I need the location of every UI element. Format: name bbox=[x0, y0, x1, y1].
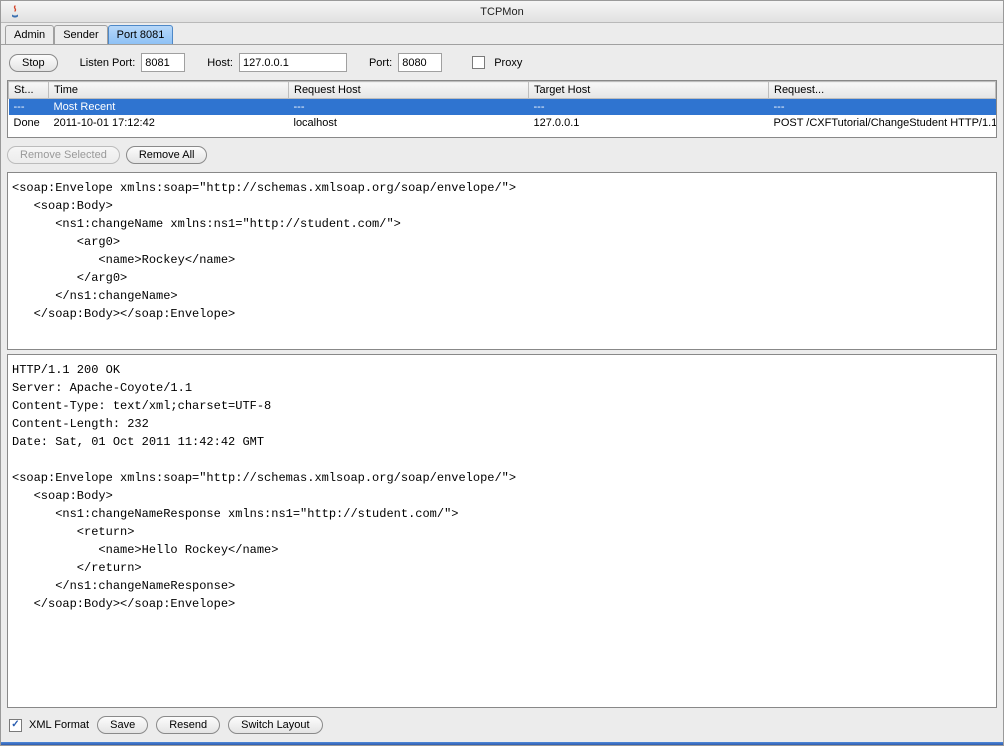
java-icon bbox=[7, 4, 23, 20]
remove-all-button[interactable]: Remove All bbox=[126, 146, 208, 164]
col-request[interactable]: Request... bbox=[769, 82, 996, 99]
table-header-row: St... Time Request Host Target Host Requ… bbox=[9, 82, 996, 99]
tab-bar: Admin Sender Port 8081 bbox=[1, 23, 1003, 44]
proxy-checkbox[interactable] bbox=[472, 56, 485, 69]
port-label: Port: bbox=[369, 57, 392, 69]
resend-button[interactable]: Resend bbox=[156, 716, 220, 734]
response-textarea[interactable]: HTTP/1.1 200 OK Server: Apache-Coyote/1.… bbox=[7, 354, 997, 708]
col-target-host[interactable]: Target Host bbox=[529, 82, 769, 99]
col-time[interactable]: Time bbox=[49, 82, 289, 99]
host-input[interactable] bbox=[239, 53, 347, 72]
tab-content: Stop Listen Port: Host: Port: Proxy bbox=[1, 44, 1003, 742]
window-title: TCPMon bbox=[1, 6, 1003, 18]
xml-format-label: XML Format bbox=[29, 719, 89, 731]
request-textarea[interactable]: <soap:Envelope xmlns:soap="http://schema… bbox=[7, 172, 997, 350]
cell-request-host: --- bbox=[289, 99, 529, 116]
cell-request: POST /CXFTutorial/ChangeStudent HTTP/1.1 bbox=[769, 115, 996, 131]
tab-sender[interactable]: Sender bbox=[54, 25, 107, 44]
tab-port-8081[interactable]: Port 8081 bbox=[108, 25, 174, 44]
cell-request-host: localhost bbox=[289, 115, 529, 131]
tab-admin[interactable]: Admin bbox=[5, 25, 54, 44]
app-window: TCPMon Admin Sender Port 8081 Stop Liste… bbox=[0, 0, 1004, 746]
switch-layout-button[interactable]: Switch Layout bbox=[228, 716, 322, 734]
bottom-toolbar: XML Format Save Resend Switch Layout bbox=[7, 712, 997, 738]
table-row[interactable]: --- Most Recent --- --- --- bbox=[9, 99, 996, 116]
mid-button-row: Remove Selected Remove All bbox=[7, 142, 997, 168]
listen-port-input[interactable] bbox=[141, 53, 185, 72]
port-input[interactable] bbox=[398, 53, 442, 72]
remove-selected-button[interactable]: Remove Selected bbox=[7, 146, 120, 164]
xml-format-checkbox[interactable] bbox=[9, 719, 22, 732]
cell-time: Most Recent bbox=[49, 99, 289, 116]
save-button[interactable]: Save bbox=[97, 716, 148, 734]
stop-button[interactable]: Stop bbox=[9, 54, 58, 72]
connections-table[interactable]: St... Time Request Host Target Host Requ… bbox=[7, 80, 997, 138]
table-row[interactable]: Done 2011-10-01 17:12:42 localhost 127.0… bbox=[9, 115, 996, 131]
cell-target-host: 127.0.0.1 bbox=[529, 115, 769, 131]
cell-state: Done bbox=[9, 115, 49, 131]
col-state[interactable]: St... bbox=[9, 82, 49, 99]
col-request-host[interactable]: Request Host bbox=[289, 82, 529, 99]
cell-time: 2011-10-01 17:12:42 bbox=[49, 115, 289, 131]
cell-request: --- bbox=[769, 99, 996, 116]
host-label: Host: bbox=[207, 57, 233, 69]
top-toolbar: Stop Listen Port: Host: Port: Proxy bbox=[7, 51, 997, 76]
titlebar: TCPMon bbox=[1, 1, 1003, 23]
cell-state: --- bbox=[9, 99, 49, 116]
proxy-label: Proxy bbox=[494, 57, 522, 69]
listen-port-label: Listen Port: bbox=[80, 57, 136, 69]
footer-accent bbox=[1, 742, 1003, 745]
cell-target-host: --- bbox=[529, 99, 769, 116]
